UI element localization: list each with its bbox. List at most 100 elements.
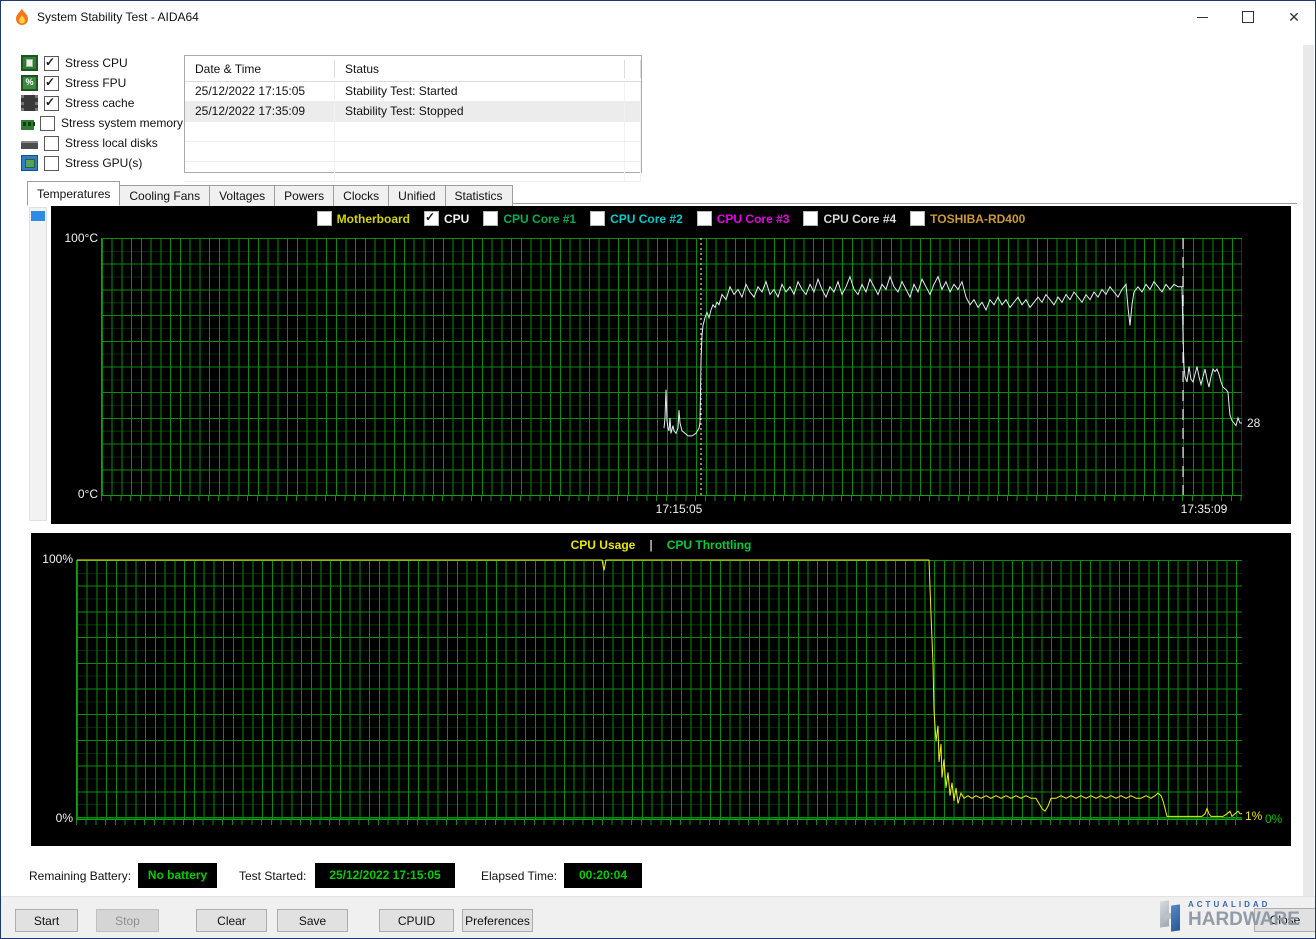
log-cell (625, 102, 641, 121)
stress-row-memory[interactable]: Stress system memory (21, 113, 183, 133)
stress-fpu-label: Stress FPU (65, 76, 127, 90)
y-axis-min-label: 0°C (77, 487, 98, 501)
stress-disks-checkbox[interactable] (44, 135, 59, 151)
test-started-display: 25/12/2022 17:15:05 (315, 863, 455, 888)
save-button[interactable]: Save (277, 909, 348, 932)
usage-legend: CPU Usage | CPU Throttling (31, 538, 1291, 552)
usage-chart-panel: CPU Usage | CPU Throttling 100% 0% 1% 0% (31, 533, 1291, 846)
legend-checkbox[interactable] (910, 211, 926, 226)
stress-row-cache[interactable]: Stress cache (21, 93, 183, 113)
minimize-button[interactable] (1179, 1, 1225, 33)
log-cell (335, 122, 625, 141)
legend-item-cpu-core-1[interactable]: CPU Core #1 (483, 211, 576, 226)
series-end-value: 0% (1265, 812, 1283, 826)
log-table-row[interactable] (185, 162, 641, 182)
maximize-icon (1242, 11, 1254, 23)
stop-button[interactable]: Stop (96, 909, 159, 932)
stress-gpu-label: Stress GPU(s) (65, 156, 143, 170)
disk-icon (21, 141, 38, 149)
vertical-scrollbar[interactable] (1303, 45, 1314, 896)
log-cell: Stability Test: Started (335, 82, 625, 101)
column-header-empty (625, 59, 641, 78)
legend-label: CPU Throttling (666, 538, 752, 552)
legend-checkbox[interactable] (803, 211, 819, 226)
tab-statistics[interactable]: Statistics (444, 185, 513, 206)
legend-checkbox[interactable] (316, 211, 332, 226)
log-table-row[interactable]: 25/12/2022 17:15:05 Stability Test: Start… (185, 82, 641, 102)
tab-voltages[interactable]: Voltages (209, 185, 276, 206)
tab-cooling-fans[interactable]: Cooling Fans (119, 185, 211, 206)
log-cell: 25/12/2022 17:35:09 (185, 102, 335, 121)
log-table-body: 25/12/2022 17:15:05 Stability Test: Start… (185, 82, 641, 182)
usage-plot (76, 559, 1242, 820)
x-axis-ticks (76, 820, 1242, 825)
chart-scale-scrollbar-thumb[interactable] (31, 211, 45, 221)
column-header-status[interactable]: Status (335, 59, 625, 78)
legend-label: TOSHIBA-RD400 (930, 211, 1026, 226)
stress-cpu-label: Stress CPU (65, 56, 128, 70)
tab-powers[interactable]: Powers (274, 185, 335, 206)
legend-label: CPU (444, 211, 470, 226)
log-cell (185, 162, 335, 181)
tab-temperatures[interactable]: Temperatures (27, 181, 121, 206)
legend-item-motherboard[interactable]: Motherboard (316, 211, 411, 226)
tab-unified[interactable]: Unified (388, 185, 446, 206)
start-button[interactable]: Start (15, 909, 78, 932)
maximize-button[interactable] (1225, 1, 1271, 33)
log-table-row[interactable] (185, 122, 641, 142)
test-started-label: Test Started: (239, 869, 307, 883)
legend-separator: | (649, 538, 653, 552)
elapsed-time-display: 00:20:04 (564, 863, 642, 888)
y-axis-max-label: 100% (42, 552, 73, 566)
tab-clocks[interactable]: Clocks (333, 185, 390, 206)
column-header-datetime[interactable]: Date & Time (185, 59, 335, 78)
minimize-icon (1196, 16, 1208, 18)
legend-checkbox[interactable] (483, 211, 499, 226)
legend-item-cpu[interactable]: CPU (424, 210, 470, 226)
log-table-row[interactable]: 25/12/2022 17:35:09 Stability Test: Stopp… (185, 102, 641, 122)
legend-checkbox[interactable] (590, 211, 606, 226)
stress-cpu-checkbox[interactable] (44, 55, 59, 71)
stress-row-gpu[interactable]: Stress GPU(s) (21, 153, 183, 173)
legend-checkbox[interactable] (696, 211, 712, 226)
stress-memory-label: Stress system memory (60, 116, 183, 130)
preferences-button[interactable]: Preferences (462, 909, 533, 932)
log-cell (625, 122, 641, 141)
axis-time-label: 17:35:09 (1180, 502, 1228, 516)
stress-row-fpu[interactable]: % Stress FPU (21, 73, 183, 93)
stress-cache-checkbox[interactable] (44, 95, 59, 111)
log-cell (625, 142, 641, 161)
stress-gpu-checkbox[interactable] (44, 155, 59, 171)
elapsed-time-label: Elapsed Time: (481, 869, 558, 883)
legend-label: CPU Core #2 (610, 211, 683, 226)
legend-item-cpu-core-3[interactable]: CPU Core #3 (696, 211, 790, 226)
watermark-line1: ACTUALIDAD (1188, 899, 1271, 909)
temperature-legend: Motherboard CPU CPU Core #1 CPU Core #2 CPU … (51, 210, 1291, 226)
chart-scale-scrollbar[interactable] (29, 207, 47, 521)
legend-item-cpu-core-2[interactable]: CPU Core #2 (590, 211, 683, 226)
legend-item-cpu-throttling: CPU Throttling (667, 538, 752, 552)
legend-checkbox[interactable] (424, 210, 440, 226)
legend-item-toshiba-rd400[interactable]: TOSHIBA-RD400 (910, 211, 1025, 226)
legend-item-cpu-core-4[interactable]: CPU Core #4 (803, 211, 896, 226)
title-bar[interactable]: System Stability Test - AIDA64 ✕ (1, 1, 1315, 33)
legend-item-cpu-usage: CPU Usage (571, 538, 636, 552)
legend-label: Motherboard (336, 211, 411, 226)
actualidad-hardware-watermark: ACTUALIDAD HARDWARE (1158, 896, 1300, 933)
stress-row-cpu[interactable]: Stress CPU (21, 53, 183, 73)
legend-label: CPU Core #3 (716, 211, 790, 226)
stress-fpu-checkbox[interactable] (44, 75, 59, 91)
cpuid-button[interactable]: CPUID (379, 909, 454, 932)
log-cell (625, 162, 641, 181)
battery-label: Remaining Battery: (29, 869, 132, 883)
clear-button[interactable]: Clear (196, 909, 267, 932)
log-table-row[interactable] (185, 142, 641, 162)
close-icon: ✕ (1288, 9, 1300, 25)
stress-row-disks[interactable]: Stress local disks (21, 133, 183, 153)
y-axis-min-label: 0% (55, 811, 73, 825)
cache-icon (21, 95, 38, 111)
close-button[interactable]: ✕ (1271, 1, 1315, 33)
window-title: System Stability Test - AIDA64 (37, 10, 199, 24)
stress-memory-checkbox[interactable] (39, 115, 55, 131)
log-cell: 25/12/2022 17:15:05 (185, 82, 335, 101)
